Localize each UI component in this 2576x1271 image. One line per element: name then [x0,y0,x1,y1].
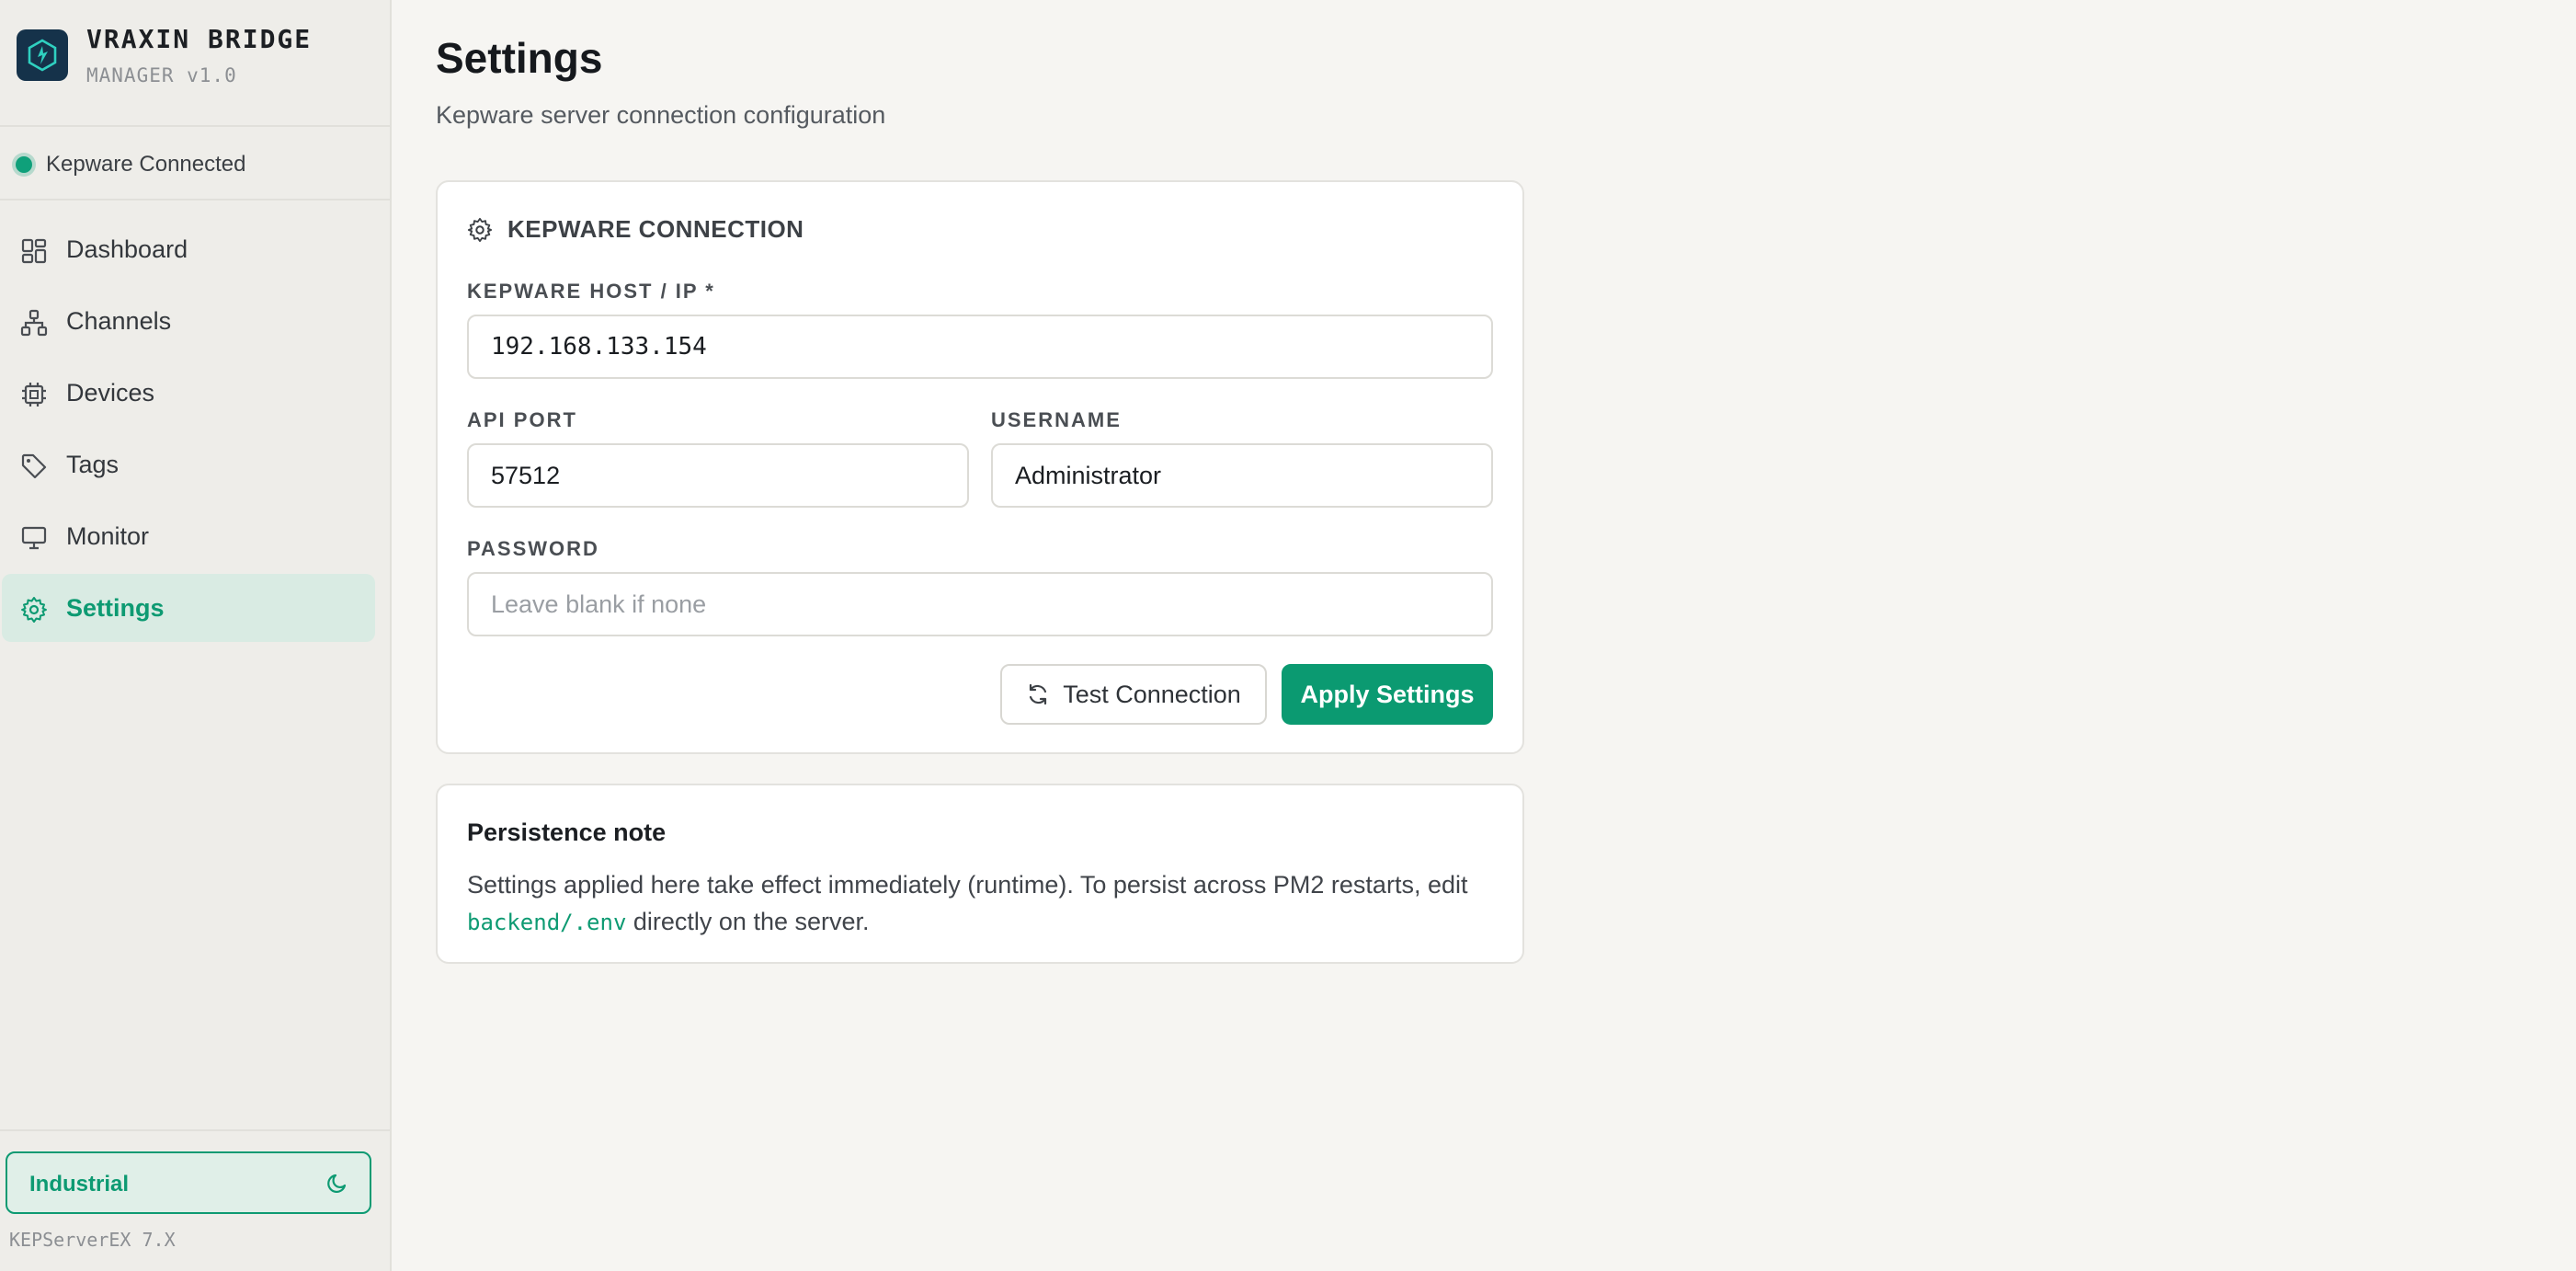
chip-icon [22,383,46,406]
persistence-note-card: Persistence note Settings applied here t… [436,784,1524,964]
api-port-label: API PORT [467,408,577,431]
grid-icon [21,238,47,264]
password-label: PASSWORD [467,537,599,560]
note-text: Settings applied here take effect immedi… [467,866,1497,941]
nav-item-monitor[interactable]: Monitor [2,502,375,570]
nav-item-channels[interactable]: Channels [2,287,375,355]
page-title: Settings [436,34,603,82]
brand-header: VRAXIN BRIDGE MANAGER v1.0 [0,0,390,127]
username-label: USERNAME [991,408,1122,431]
test-connection-button[interactable]: Test Connection [1000,664,1267,725]
brand-title: VRAXIN BRIDGE [86,24,313,54]
network-icon [20,309,48,337]
apply-settings-button[interactable]: Apply Settings [1282,664,1493,725]
monitor-icon [21,526,47,550]
env-file-path: backend/.env [467,910,627,935]
card-heading: KEPWARE CONNECTION [507,215,804,243]
nav-item-tags[interactable]: Tags [2,430,375,498]
moon-icon [327,1174,347,1194]
nav-label-tags: Tags [66,451,120,478]
brand-subtitle: MANAGER v1.0 [86,64,237,86]
nav-item-settings[interactable]: Settings [2,574,375,642]
connection-status: Kepware Connected [0,129,390,200]
status-dot-icon [16,156,32,173]
host-input[interactable] [467,315,1493,379]
gear-icon [467,217,493,243]
host-label: KEPWARE HOST / IP * [467,280,715,303]
nav-item-dashboard[interactable]: Dashboard [2,215,375,283]
nav-label-channels: Channels [66,307,172,335]
note-title: Persistence note [467,819,667,846]
connection-status-label: Kepware Connected [46,152,246,177]
sidebar-divider [0,1129,390,1131]
tag-icon [21,453,47,479]
page-subtitle: Kepware server connection configuration [436,101,886,129]
username-input[interactable] [991,443,1493,508]
api-port-input[interactable] [467,443,969,508]
gear-icon [21,597,47,623]
nav-item-devices[interactable]: Devices [2,359,375,427]
kepware-connection-card: KEPWARE CONNECTION KEPWARE HOST / IP * A… [436,180,1524,754]
sidebar: VRAXIN BRIDGE MANAGER v1.0 Kepware Conne… [0,0,392,1271]
refresh-icon [1030,683,1047,705]
theme-label: Industrial [29,1172,130,1197]
test-connection-label: Test Connection [1063,680,1241,708]
note-text-after: directly on the server. [626,908,870,935]
server-version: KEPServerEX 7.X [9,1229,176,1251]
note-text-before: Settings applied here take effect immedi… [467,871,1468,899]
nav-label-devices: Devices [66,379,155,406]
theme-toggle-button[interactable]: Industrial [6,1151,371,1214]
app-logo-icon [17,29,68,81]
nav-label-monitor: Monitor [66,522,150,550]
nav-label-dashboard: Dashboard [66,235,188,263]
nav-label-settings: Settings [66,594,165,622]
password-input[interactable] [467,572,1493,636]
